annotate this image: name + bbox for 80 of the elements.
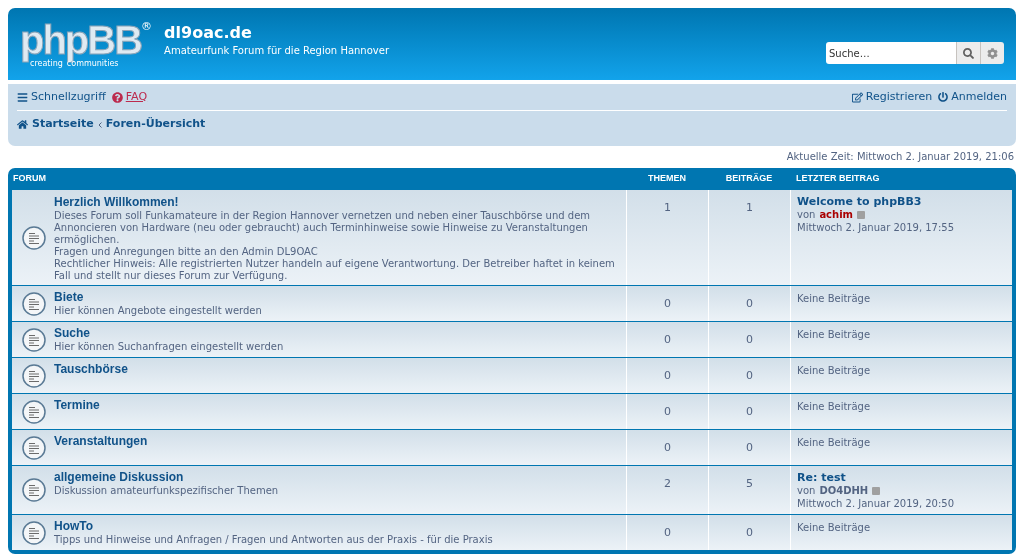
home-icon <box>17 119 28 130</box>
search-button[interactable] <box>956 42 980 64</box>
author-link[interactable]: DO4DHH <box>819 484 869 497</box>
forum-description: Fragen und Anregungen bitte an den Admin DL9OAC <box>54 246 319 258</box>
forum-description: Rechtlicher Hinweis: Alle registrierten Nutzer handeln auf eigene Verantwortung. Der Betreiber haftet in keinem Fall und stellt nur dieses Forum zur Verfügung. <box>54 258 616 282</box>
forum-description: Tipps und Hinweise und Anfragen / Fragen und Antworten aus der Praxis - für die Praxis <box>54 534 493 546</box>
topics-count: 2 <box>664 476 671 492</box>
by-label: von <box>797 484 816 497</box>
posts-count: 0 <box>746 525 753 541</box>
forum-title[interactable]: Biete <box>54 290 262 305</box>
forum-title[interactable]: HowTo <box>54 519 493 534</box>
posts-count: 0 <box>746 332 753 348</box>
topics-count: 0 <box>664 525 671 541</box>
forum-read-icon <box>22 291 46 316</box>
forum-title[interactable]: allgemeine Diskussion <box>54 470 279 485</box>
author-link[interactable]: achim <box>819 208 854 221</box>
no-posts-text: Keine Beiträge <box>797 401 871 412</box>
chevron-icon <box>97 121 102 128</box>
topics-count: 0 <box>664 332 671 348</box>
column-header: FORUM <box>12 172 47 186</box>
current-time: Aktuelle Zeit: Mittwoch 2. Januar 2019, 21:06 <box>786 149 1014 164</box>
help-icon <box>111 91 123 103</box>
forum-description: Diskussion amateurfunkspezifischer Themen <box>54 485 279 497</box>
login-link[interactable]: Anmelden <box>938 88 1007 106</box>
forum-title[interactable]: Tauschbörse <box>54 362 128 377</box>
forum-description: Hier können Angebote eingestellt werden <box>54 305 262 317</box>
column-header: LETZTER BEITRAG <box>795 172 880 186</box>
site-title: dl9oac.de <box>164 22 253 43</box>
registered-mark: ® <box>141 20 153 32</box>
posts-count: 0 <box>746 368 753 384</box>
breadcrumb-link[interactable]: Startseite <box>32 116 94 133</box>
search-icon <box>963 47 974 59</box>
last-post-link[interactable]: Re: test <box>797 471 1012 484</box>
forum-read-icon <box>22 435 46 460</box>
no-posts-text: Keine Beiträge <box>797 293 871 304</box>
topics-count: 0 <box>664 368 671 384</box>
forum-read-icon <box>22 520 46 545</box>
topics-count: 0 <box>664 440 671 456</box>
view-post-icon[interactable] <box>872 486 881 495</box>
posts-count: 5 <box>746 476 753 492</box>
forum-description: Hier können Suchanfragen eingestellt werden <box>54 341 284 353</box>
posts-count: 0 <box>746 440 753 456</box>
last-post-link[interactable]: Welcome to phpBB3 <box>797 195 1012 208</box>
faq-link[interactable]: FAQ <box>111 88 148 106</box>
forum-description: Dieses Forum soll Funkamateure in der Region Hannover vernetzen und neben einer Tauschbörse und dem Annoncieren von Hardware (neu oder gebraucht) auch Terminhinweise sowie Hinweise zu Veranstaltungen ermöglichen. <box>54 210 592 246</box>
posts-count: 0 <box>746 296 753 312</box>
forum-read-icon <box>22 363 46 388</box>
topics-count: 0 <box>664 404 671 420</box>
column-header: THEMEN <box>647 172 687 186</box>
quick-links-menu[interactable]: Schnellzugriff <box>17 88 106 106</box>
column-header: BEITRÄGE <box>724 172 774 186</box>
posts-count: 1 <box>746 200 753 216</box>
view-post-icon[interactable] <box>857 210 866 219</box>
forum-title[interactable]: Herzlich Willkommen! <box>54 195 622 210</box>
post-date: Mittwoch 2. Januar 2019, 17:55 <box>797 221 956 234</box>
search-field[interactable]: Suche… <box>826 42 956 64</box>
forum-read-icon <box>22 399 46 424</box>
forum-read-icon <box>22 327 46 352</box>
edit-icon <box>851 91 863 103</box>
advanced-search-button[interactable] <box>980 42 1004 64</box>
by-label: von <box>797 208 816 221</box>
breadcrumb-link[interactable]: Foren-Übersicht <box>105 116 206 133</box>
power-icon <box>938 92 949 102</box>
forum-read-icon <box>22 478 46 502</box>
forum-title[interactable]: Veranstaltungen <box>54 434 148 449</box>
menu-icon <box>17 91 28 103</box>
topics-count: 1 <box>664 200 671 216</box>
forum-title[interactable]: Suche <box>54 326 284 341</box>
post-date: Mittwoch 2. Januar 2019, 20:50 <box>797 497 956 510</box>
site-description: Amateurfunk Forum für die Region Hannover <box>164 43 389 58</box>
forum-title[interactable]: Termine <box>54 398 100 413</box>
no-posts-text: Keine Beiträge <box>797 365 871 376</box>
settings-icon <box>987 47 998 59</box>
posts-count: 0 <box>746 404 753 420</box>
topics-count: 0 <box>664 296 671 312</box>
no-posts-text: Keine Beiträge <box>797 437 871 448</box>
no-posts-text: Keine Beiträge <box>797 522 871 533</box>
register-link[interactable]: Registrieren <box>851 88 933 106</box>
forum-read-icon <box>22 225 46 250</box>
no-posts-text: Keine Beiträge <box>797 329 871 340</box>
